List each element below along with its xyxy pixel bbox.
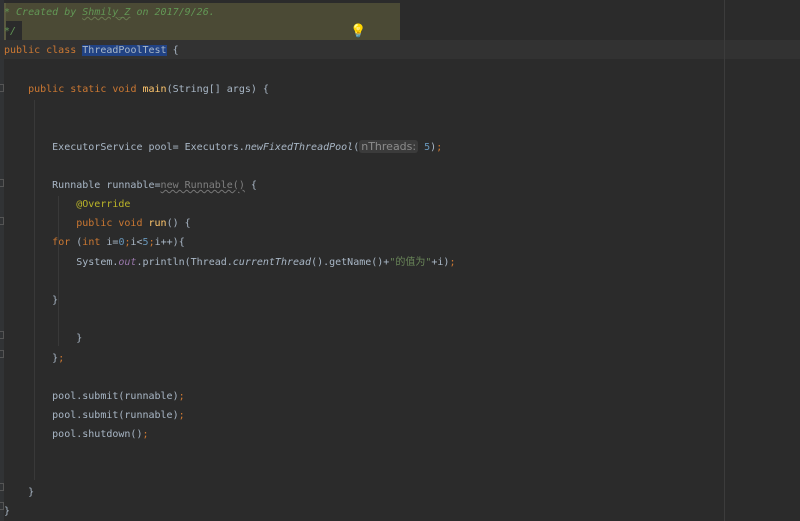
code-line[interactable]: } <box>4 291 58 310</box>
code-token: on 2017/9/26. <box>130 7 215 18</box>
code-token: public void <box>76 218 149 230</box>
code-token: Runnable runnable= <box>4 179 161 191</box>
code-line[interactable]: @Override <box>4 195 130 214</box>
code-token: i= <box>106 237 119 249</box>
code-line[interactable]: Runnable runnable=new Runnable() { <box>4 176 257 195</box>
code-token: } <box>4 333 83 345</box>
code-token: pool.shutdown() <box>4 429 143 441</box>
code-line[interactable]: }; <box>4 349 64 368</box>
code-token: for <box>52 237 77 249</box>
code-line[interactable]: pool.shutdown(); <box>4 425 149 444</box>
code-token: .println(Thread. <box>136 256 233 268</box>
lightbulb-icon[interactable]: 💡 <box>350 24 366 39</box>
code-token: pool.submit(runnable) <box>4 391 179 402</box>
code-line[interactable]: pool.submit(runnable); <box>4 406 185 425</box>
code-token: ; <box>178 410 185 422</box>
code-token: * Created by <box>4 7 83 18</box>
code-token: ; <box>58 352 65 364</box>
doc-comment-highlight <box>22 21 400 40</box>
code-token: "的值为" <box>389 256 432 268</box>
code-token: */ <box>4 26 17 38</box>
code-line[interactable]: System.out.println(Thread.currentThread(… <box>4 253 455 272</box>
code-line[interactable]: } <box>4 483 34 502</box>
parameter-hint: nThreads: <box>359 140 419 154</box>
code-line[interactable]: ExecutorService pool= Executors.newFixed… <box>4 137 442 156</box>
code-token: currentThread <box>232 256 312 268</box>
code-token: ; <box>142 429 149 441</box>
code-token: { <box>166 45 179 57</box>
code-token: System. <box>4 256 119 268</box>
code-token: } <box>4 295 59 306</box>
code-token: } <box>4 506 11 518</box>
code-token: new Runnable() <box>160 179 245 191</box>
code-token: pool.submit(runnable) <box>4 410 179 422</box>
code-token: i++){ <box>154 237 185 249</box>
code-token: +i) <box>431 256 450 268</box>
code-line[interactable]: for (int i=0;i<5;i++){ <box>4 233 185 252</box>
code-line[interactable]: */ <box>4 22 16 41</box>
code-token: () { <box>166 218 191 230</box>
code-token: { <box>244 179 257 191</box>
code-token: @Override <box>76 199 131 210</box>
code-line[interactable]: } <box>4 329 82 348</box>
code-token: run <box>148 218 167 230</box>
code-line[interactable]: public static void main(String[] args) { <box>4 80 269 99</box>
code-token: main <box>142 83 167 95</box>
code-token: ThreadPoolTest <box>82 45 167 57</box>
code-token: } <box>4 352 59 364</box>
code-line[interactable]: public void run() { <box>4 214 191 233</box>
code-token: ; <box>178 391 185 402</box>
code-token: int <box>82 237 107 249</box>
code-token: public static void <box>28 83 143 95</box>
code-token: out <box>118 256 137 268</box>
code-token: } <box>4 487 35 498</box>
code-token: ; <box>449 256 456 268</box>
code-token: Shmily_Z <box>82 7 131 18</box>
code-token: public class <box>4 45 83 57</box>
code-line[interactable]: * Created by Shmily_Z on 2017/9/26. <box>4 3 215 22</box>
code-line[interactable]: public class ThreadPoolTest { <box>4 41 179 60</box>
right-margin-guide <box>724 0 725 521</box>
code-token: ().getName()+ <box>311 256 390 268</box>
code-token: ExecutorService pool= Executors. <box>4 142 245 154</box>
code-token: ; <box>436 142 443 154</box>
code-line[interactable]: } <box>4 502 10 521</box>
code-line[interactable]: pool.submit(runnable); <box>4 387 185 406</box>
code-token: newFixedThreadPool <box>244 142 354 154</box>
code-token: (String[] args) { <box>166 83 269 95</box>
code-token: i< <box>130 237 143 249</box>
